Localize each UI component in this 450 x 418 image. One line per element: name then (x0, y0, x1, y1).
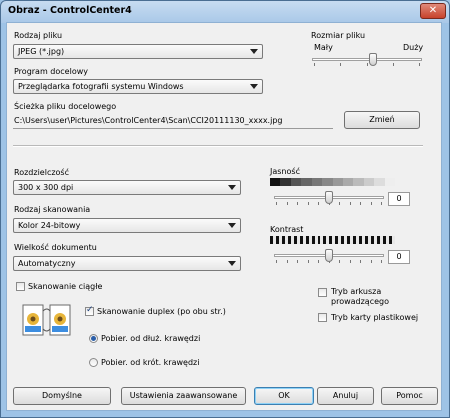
target-app-label: Program docelowy (14, 67, 88, 76)
scan-type-value: Kolor 24-bitowy (18, 221, 81, 230)
slider-tick (419, 63, 420, 66)
doc-size-select[interactable]: Automatyczny (13, 256, 241, 271)
contrast-label: Kontrast (270, 225, 304, 234)
continuous-scan-label[interactable]: Skanowanie ciągłe (28, 282, 102, 291)
dest-path-value: C:\Users\user\Pictures\ControlCenter4\Sc… (14, 116, 283, 125)
slider-tick (314, 63, 315, 66)
slider-tick (339, 260, 340, 263)
slider-tick (297, 202, 298, 205)
cancel-button[interactable]: Anuluj (317, 387, 374, 405)
continuous-scan-checkbox[interactable] (16, 282, 25, 291)
doc-size-value: Automatyczny (18, 259, 76, 268)
contrast-pattern (270, 236, 395, 244)
gray-swatch (332, 178, 343, 186)
target-app-select[interactable]: Przeglądarka fotografii systemu Windows (13, 79, 263, 94)
file-type-select[interactable]: JPEG (*.jpg) (13, 44, 263, 59)
slider-tick (318, 202, 319, 205)
gray-swatch (342, 178, 354, 186)
title-bar[interactable]: Obraz - ControlCenter4 ✕ (0, 0, 448, 22)
brightness-label: Jasność (270, 167, 300, 176)
slider-tick (318, 260, 319, 263)
section-divider (13, 145, 423, 147)
slider-tick (287, 260, 288, 263)
slider-tick (393, 63, 394, 66)
chevron-down-icon (228, 223, 236, 228)
change-path-button[interactable]: Zmień (344, 111, 420, 129)
slider-tick (360, 260, 361, 263)
gray-swatch (353, 178, 364, 186)
file-size-track (312, 58, 422, 61)
slider-tick (287, 202, 288, 205)
contrast-slider-thumb[interactable] (325, 249, 333, 262)
slider-tick (350, 202, 351, 205)
duplex-checkbox[interactable] (85, 305, 94, 316)
duplex-pages-icon (22, 303, 72, 338)
slider-tick (371, 202, 372, 205)
window-title: Obraz - ControlCenter4 (8, 5, 132, 16)
gray-swatch (311, 178, 323, 186)
file-size-max-label: Duży (403, 43, 424, 52)
target-app-value: Przeglądarka fotografii systemu Windows (18, 82, 184, 91)
gray-swatch (301, 178, 312, 186)
advanced-settings-button[interactable]: Ustawienia zaawansowane (121, 387, 246, 405)
file-type-label: Rodzaj pliku (14, 31, 63, 40)
gray-swatch (322, 178, 333, 186)
plastic-card-checkbox[interactable] (318, 313, 327, 322)
chevron-down-icon (250, 84, 258, 89)
slider-tick (371, 260, 372, 263)
resolution-value: 300 x 300 dpi (18, 183, 74, 192)
file-size-min-label: Mały (314, 43, 333, 52)
resolution-select[interactable]: 300 x 300 dpi (13, 180, 241, 195)
slider-tick (340, 63, 341, 66)
duplex-label[interactable]: Skanowanie duplex (po obu str.) (97, 307, 226, 316)
resolution-label: Rozdzielczość (14, 168, 69, 177)
slider-tick (381, 260, 382, 263)
contrast-stripe (391, 236, 395, 244)
dest-path-underline (13, 128, 333, 129)
doc-size-label: Wielkość dokumentu (14, 243, 97, 252)
chevron-down-icon (250, 49, 258, 54)
carrier-sheet-label-line1[interactable]: Tryb arkusza (331, 287, 381, 296)
file-size-label: Rozmiar pliku (311, 31, 366, 40)
file-size-slider-thumb[interactable] (369, 53, 377, 66)
slider-tick (367, 63, 368, 66)
gray-swatch (280, 178, 291, 186)
contrast-value-field[interactable]: 0 (388, 250, 410, 264)
slider-tick (308, 202, 309, 205)
slider-tick (276, 202, 277, 205)
chevron-down-icon (228, 185, 236, 190)
slider-tick (297, 260, 298, 263)
carrier-sheet-label-line2[interactable]: prowadzącego (331, 297, 389, 306)
brightness-gray-scale (270, 178, 396, 186)
chevron-down-icon (228, 261, 236, 266)
carrier-sheet-checkbox[interactable] (318, 288, 327, 297)
gray-swatch (374, 178, 385, 186)
short-edge-radio[interactable] (89, 358, 98, 367)
scan-type-label: Rodzaj skanowania (14, 205, 91, 214)
close-button[interactable]: ✕ (420, 3, 446, 19)
gray-swatch (384, 178, 396, 186)
plastic-card-label[interactable]: Tryb karty plastikowej (331, 313, 418, 322)
help-button[interactable]: Pomoc (381, 387, 438, 405)
dest-path-label: Ścieżka pliku docelowego (14, 102, 117, 111)
long-edge-label[interactable]: Pobier. od dłuż. krawędzi (101, 334, 200, 343)
file-type-value: JPEG (*.jpg) (18, 47, 65, 56)
scan-type-select[interactable]: Kolor 24-bitowy (13, 218, 241, 233)
slider-tick (276, 260, 277, 263)
brightness-slider-thumb[interactable] (325, 191, 333, 204)
slider-tick (350, 260, 351, 263)
slider-tick (308, 260, 309, 263)
brightness-value-field[interactable]: 0 (388, 192, 410, 206)
slider-tick (360, 202, 361, 205)
defaults-button[interactable]: Domyślne (13, 387, 111, 405)
gray-swatch (363, 178, 375, 186)
ok-button[interactable]: OK (254, 387, 314, 405)
long-edge-radio[interactable] (89, 334, 98, 343)
slider-tick (381, 202, 382, 205)
gray-swatch (270, 178, 281, 186)
short-edge-label[interactable]: Pobier. od krót. krawędzi (101, 358, 199, 367)
file-size-ticks (314, 63, 420, 67)
gray-swatch (290, 178, 302, 186)
slider-tick (339, 202, 340, 205)
